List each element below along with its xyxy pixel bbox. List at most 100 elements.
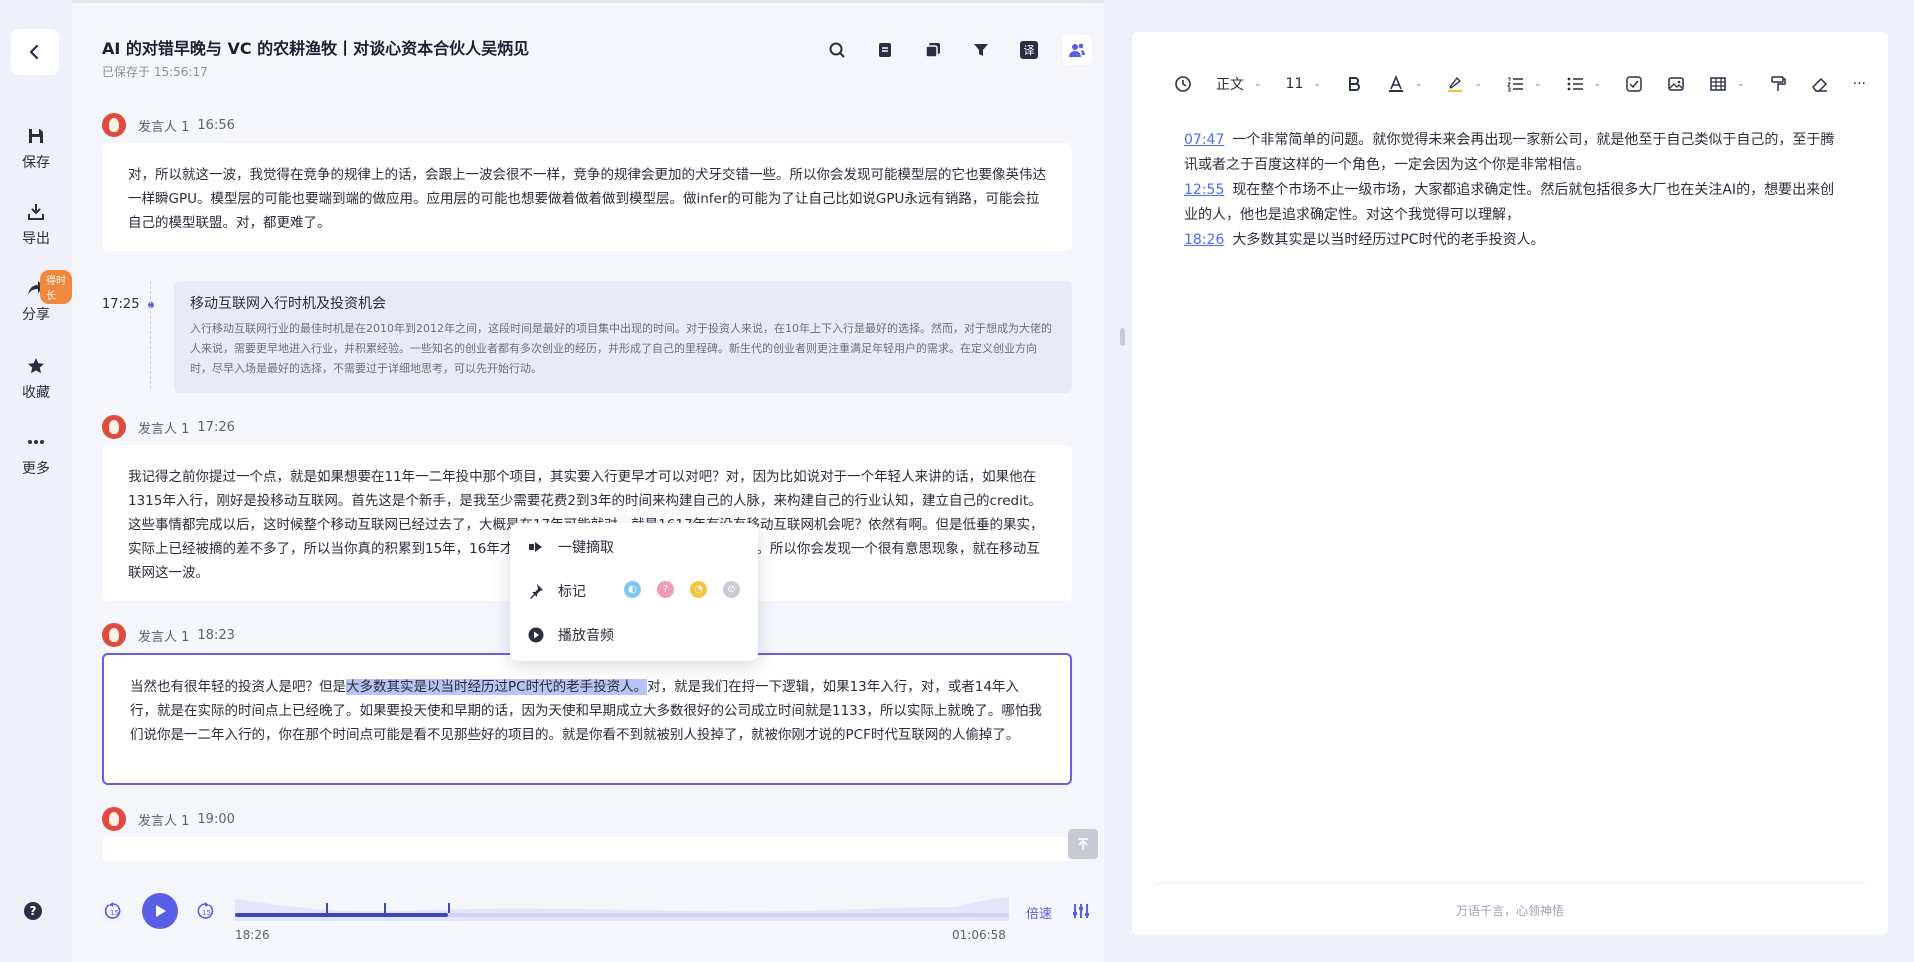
menu-item-extract[interactable]: 一键摘取 <box>528 537 614 557</box>
selected-text[interactable]: 大多数其实是以当时经历过PC时代的老手投资人。 <box>346 679 648 695</box>
bold-icon[interactable] <box>1345 75 1363 93</box>
svg-text:15: 15 <box>202 909 211 917</box>
editor-footer-slogan: 万语千言，心领神悟 <box>1455 904 1564 918</box>
transcript-paragraph-selected[interactable]: 当然也有很年轻的投资人是吧？但是大多数其实是以当时经历过PC时代的老手投资人。对… <box>102 653 1072 785</box>
rewind-icon: 15 <box>104 902 121 919</box>
speaker-header: 发言人 1 16:56 <box>102 113 235 137</box>
progress-marker[interactable] <box>325 903 328 913</box>
avatar <box>102 415 126 439</box>
sidebar-item-save[interactable]: 保存 <box>0 126 72 172</box>
speed-button[interactable]: 倍速 <box>1026 903 1052 922</box>
speaker-name: 发言人 1 <box>138 813 190 829</box>
note-entry: 07:47 一个非常简单的问题。就你觉得未来会再出现一家新公司，就是他至于自己类似… <box>1184 128 1844 178</box>
note-text: 一个非常简单的问题。就你觉得未来会再出现一家新公司，就是他至于自己类似于自己的，… <box>1184 132 1835 173</box>
speaker-name: 发言人 1 <box>138 421 190 437</box>
play-button[interactable] <box>142 893 178 929</box>
sidebar-item-label: 导出 <box>22 231 50 247</box>
search-button[interactable] <box>822 35 852 65</box>
ordered-list-icon <box>1507 77 1524 92</box>
equalizer-button[interactable] <box>1072 903 1090 923</box>
saved-status: 已保存于 15:56:17 <box>102 65 208 79</box>
note-timestamp-link[interactable]: 12:55 <box>1184 182 1224 198</box>
note-timestamp-link[interactable]: 07:47 <box>1184 132 1224 148</box>
font-size-select[interactable]: 11 ⌄ <box>1286 76 1321 92</box>
note-entry: 18:26 大多数其实是以当时经历过PC时代的老手投资人。 <box>1184 228 1844 253</box>
checkbox-icon[interactable] <box>1625 75 1643 93</box>
menu-item-label: 一键摘取 <box>558 540 614 556</box>
chevron-down-icon: ⌄ <box>1534 79 1542 89</box>
transcript-paragraph[interactable]: 对，所以就这一波，我觉得在竞争的规律上的话，会跟上一波会很不一样，竞争的规律会更… <box>102 143 1072 251</box>
note-text: 现在整个市场不止一级市场，大家都追求确定性。然后就包括很多大厂也在关注AI的，想… <box>1184 182 1835 223</box>
progress-marker[interactable] <box>384 903 387 913</box>
speaker-header: 发言人 1 19:00 <box>102 807 235 831</box>
menu-item-mark[interactable]: 标记 <box>528 581 586 601</box>
ordered-list-select[interactable]: ⌄ <box>1506 75 1542 93</box>
sidebar-item-export[interactable]: 导出 <box>0 202 72 248</box>
speakers-icon <box>1069 43 1085 57</box>
copy-button[interactable] <box>918 35 948 65</box>
highlight-icon <box>1448 76 1463 92</box>
mark-color-pink[interactable]: ? <box>657 581 674 598</box>
mark-color-yellow[interactable]: ◔ <box>690 581 707 598</box>
translate-button[interactable]: 译 <box>1014 35 1044 65</box>
paragraph-text: 对，所以就这一波，我觉得在竞争的规律上的话，会跟上一波会很不一样，竞争的规律会更… <box>128 167 1046 231</box>
progress-marker[interactable] <box>447 903 450 913</box>
back-button[interactable] <box>11 29 59 75</box>
format-painter-icon[interactable] <box>1769 75 1787 93</box>
chevron-down-icon: ⌄ <box>1414 79 1423 89</box>
speaker-time[interactable]: 18:23 <box>197 628 234 643</box>
scroll-to-top-button[interactable] <box>1068 829 1098 859</box>
sidebar-item-favorite[interactable]: 收藏 <box>0 356 72 402</box>
sidebar-item-label: 分享 <box>22 307 50 323</box>
note-timestamp-link[interactable]: 18:26 <box>1184 232 1224 248</box>
help-icon[interactable]: ? <box>24 902 42 920</box>
page-title: AI 的对错早晚与 VC 的农耕渔牧丨对谈心资本合伙人吴炳见 <box>102 39 530 58</box>
eraser-icon[interactable] <box>1811 75 1829 93</box>
history-icon[interactable] <box>1174 75 1192 93</box>
progress-track[interactable] <box>235 903 1009 917</box>
mark-color-blue[interactable]: ◐ <box>624 581 641 598</box>
panel-resize-handle[interactable] <box>1120 328 1125 346</box>
rewind-button[interactable]: 15 <box>102 900 124 922</box>
chapter-divider <box>150 281 151 389</box>
speaker-time[interactable]: 16:56 <box>197 118 234 133</box>
summary-icon <box>879 43 891 57</box>
transcript-paragraph[interactable] <box>102 837 1072 861</box>
avatar <box>102 623 126 647</box>
paragraph-style-select[interactable]: 正文 ⌄ <box>1216 74 1262 94</box>
bullet-list-icon <box>1567 77 1583 91</box>
font-color-icon <box>1388 75 1403 92</box>
mark-color-gray[interactable]: ⊘ <box>723 581 740 598</box>
paragraph-style-value: 正文 <box>1216 77 1244 93</box>
table-select[interactable]: ⌄ <box>1709 75 1745 93</box>
speaker-header: 发言人 1 17:26 <box>102 415 235 439</box>
font-color-select[interactable]: ⌄ <box>1387 75 1423 93</box>
speakers-button[interactable] <box>1062 35 1092 65</box>
chapter-card[interactable]: 移动互联网入行时机及投资机会 入行移动互联网行业的最佳时机是在2010年到201… <box>174 281 1072 393</box>
more-options-icon[interactable]: ··· <box>1853 76 1866 92</box>
bullet-list-select[interactable]: ⌄ <box>1566 75 1601 93</box>
current-time: 18:26 <box>235 928 270 942</box>
search-icon <box>829 42 845 58</box>
filter-button[interactable] <box>966 35 996 65</box>
chapter-time[interactable]: 17:25 <box>102 297 139 312</box>
sidebar-item-more[interactable]: 更多 <box>0 432 72 478</box>
forward-button[interactable]: 15 <box>194 900 216 922</box>
summary-button[interactable] <box>870 35 900 65</box>
copy-icon <box>925 43 940 58</box>
highlight-color-select[interactable]: ⌄ <box>1446 75 1482 93</box>
translate-icon: 译 <box>1020 41 1038 59</box>
notes-content[interactable]: 07:47 一个非常简单的问题。就你觉得未来会再出现一家新公司，就是他至于自己类似… <box>1184 128 1844 253</box>
chapter-title: 移动互联网入行时机及投资机会 <box>190 296 386 312</box>
mark-colors: ◐ ? ◔ ⊘ <box>624 581 740 598</box>
speaker-time[interactable]: 17:26 <box>197 420 234 435</box>
transcript-panel: AI 的对错早晚与 VC 的农耕渔牧丨对谈心资本合伙人吴炳见 已保存于 15:5… <box>72 0 1104 962</box>
paragraph-text: 当然也有很年轻的投资人是吧？但是 <box>130 679 346 695</box>
menu-item-play-audio[interactable]: 播放音频 <box>528 625 614 645</box>
export-icon <box>28 204 44 220</box>
image-icon[interactable] <box>1667 75 1685 93</box>
play-icon <box>156 905 166 917</box>
speaker-time[interactable]: 19:00 <box>197 812 234 827</box>
chevron-down-icon: ⌄ <box>1737 79 1745 89</box>
equalizer-icon <box>1073 904 1089 918</box>
